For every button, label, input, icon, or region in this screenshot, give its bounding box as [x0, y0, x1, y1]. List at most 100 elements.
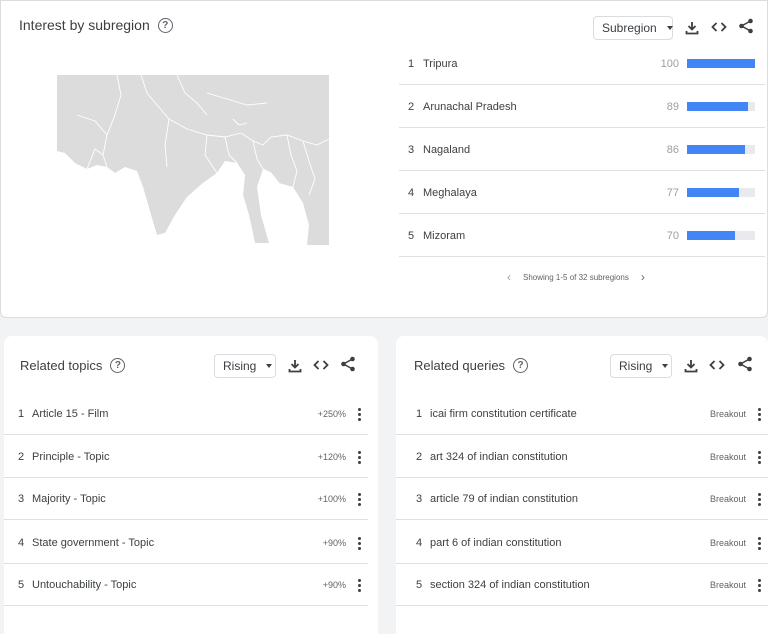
rank-number: 4 — [18, 537, 25, 549]
topic-row-3[interactable]: 3 Majority - Topic +100% — [4, 478, 368, 520]
value-bar — [687, 231, 755, 240]
share-icon[interactable] — [736, 355, 754, 373]
query-row-5[interactable]: 5 section 324 of indian constitution Bre… — [396, 564, 768, 606]
region-value: 86 — [666, 144, 679, 156]
region-value: 77 — [666, 187, 679, 199]
topic-value: +120% — [317, 452, 346, 462]
topics-filter-select[interactable]: Rising — [214, 354, 276, 378]
dropdown-arrow-icon — [662, 364, 669, 368]
query-text: icai firm constitution certificate — [430, 408, 577, 420]
subregion-row-3[interactable]: 3 Nagaland 86 — [399, 129, 765, 171]
more-vert-icon[interactable] — [758, 408, 762, 423]
value-bar — [687, 188, 755, 197]
more-vert-icon[interactable] — [358, 493, 362, 508]
related-queries-title-text: Related queries — [414, 358, 506, 373]
rank-number: 5 — [18, 579, 25, 591]
region-name: Mizoram — [423, 230, 466, 242]
more-vert-icon[interactable] — [358, 408, 362, 423]
topic-name: State government - Topic — [32, 537, 155, 549]
download-icon[interactable] — [683, 19, 701, 37]
value-bar-fill — [687, 231, 735, 240]
subregion-select-value: Subregion — [602, 21, 657, 35]
topics-filter-value: Rising — [223, 359, 257, 373]
query-text: article 79 of indian constitution — [430, 493, 578, 505]
query-value: Breakout — [709, 494, 746, 504]
topic-row-2[interactable]: 2 Principle - Topic +120% — [4, 436, 368, 478]
download-icon[interactable] — [286, 357, 304, 375]
query-text: art 324 of indian constitution — [430, 451, 568, 463]
chevron-left-icon[interactable]: ‹ — [507, 270, 511, 284]
queries-filter-select[interactable]: Rising — [610, 354, 672, 378]
query-text: part 6 of indian constitution — [430, 537, 562, 549]
query-text: section 324 of indian constitution — [430, 579, 590, 591]
region-name: Nagaland — [423, 144, 471, 156]
share-icon[interactable] — [339, 355, 357, 373]
rank-number: 4 — [416, 537, 423, 549]
subregion-pager: ‹ Showing 1-5 of 32 subregions › — [507, 270, 645, 284]
topic-value: +90% — [322, 580, 346, 590]
more-vert-icon[interactable] — [358, 451, 362, 466]
topic-value: +100% — [317, 494, 346, 504]
download-icon[interactable] — [682, 357, 700, 375]
topic-row-1[interactable]: 1 Article 15 - Film +250% — [4, 393, 368, 435]
pager-text: Showing 1-5 of 32 subregions — [523, 272, 629, 282]
related-topics-card: Related topics ? Rising 1 Article 15 - F… — [4, 336, 378, 634]
value-bar-fill — [687, 188, 740, 197]
interest-by-subregion-card: Interest by subregion ? Subregion 1 Trip… — [0, 0, 768, 318]
topic-row-4[interactable]: 4 State government - Topic +90% — [4, 522, 368, 564]
query-row-2[interactable]: 2 art 324 of indian constitution Breakou… — [396, 436, 768, 478]
topic-value: +90% — [322, 538, 346, 548]
related-topics-title: Related topics ? — [20, 358, 126, 373]
rank-number: 3 — [18, 493, 25, 505]
help-circle-icon[interactable]: ? — [157, 17, 173, 33]
more-vert-icon[interactable] — [358, 537, 362, 552]
chevron-right-icon[interactable]: › — [641, 270, 645, 284]
value-bar — [687, 102, 755, 111]
help-circle-icon[interactable]: ? — [110, 358, 126, 373]
rank-number: 1 — [18, 408, 25, 420]
help-circle-icon[interactable]: ? — [513, 358, 529, 373]
more-vert-icon[interactable] — [358, 579, 362, 594]
query-row-4[interactable]: 4 part 6 of indian constitution Breakout — [396, 522, 768, 564]
region-value: 100 — [660, 58, 679, 70]
subregion-row-2[interactable]: 2 Arunachal Pradesh 89 — [399, 86, 765, 128]
rank-number: 3 — [408, 144, 415, 156]
share-icon[interactable] — [737, 17, 755, 35]
subregion-row-1[interactable]: 1 Tripura 100 — [399, 43, 765, 85]
more-vert-icon[interactable] — [758, 451, 762, 466]
query-row-3[interactable]: 3 article 79 of indian constitution Brea… — [396, 478, 768, 520]
more-vert-icon[interactable] — [758, 493, 762, 508]
india-region-map[interactable] — [57, 74, 330, 245]
code-icon[interactable] — [312, 356, 330, 374]
subregion-title-text: Interest by subregion — [19, 17, 150, 33]
subregion-row-5[interactable]: 5 Mizoram 70 — [399, 215, 765, 257]
value-bar-fill — [687, 59, 755, 68]
query-row-1[interactable]: 1 icai firm constitution certificate Bre… — [396, 393, 768, 435]
more-vert-icon[interactable] — [758, 579, 762, 594]
region-value: 89 — [666, 101, 679, 113]
rank-number: 1 — [416, 408, 423, 420]
related-queries-title: Related queries ? — [414, 358, 529, 373]
rank-number: 5 — [408, 230, 415, 242]
queries-filter-value: Rising — [619, 359, 653, 373]
value-bar — [687, 59, 755, 68]
subregion-row-4[interactable]: 4 Meghalaya 77 — [399, 172, 765, 214]
topic-value: +250% — [317, 409, 346, 419]
more-vert-icon[interactable] — [758, 537, 762, 552]
rank-number: 2 — [416, 451, 423, 463]
subregion-select[interactable]: Subregion — [593, 16, 673, 40]
query-value: Breakout — [709, 409, 746, 419]
rank-number: 1 — [408, 58, 415, 70]
dropdown-arrow-icon — [266, 364, 273, 368]
region-value: 70 — [666, 230, 679, 242]
code-icon[interactable] — [708, 356, 726, 374]
region-name: Arunachal Pradesh — [423, 101, 517, 113]
related-queries-card: Related queries ? Rising 1 icai firm con… — [396, 336, 768, 634]
rank-number: 5 — [416, 579, 423, 591]
region-name: Meghalaya — [423, 187, 477, 199]
topic-row-5[interactable]: 5 Untouchability - Topic +90% — [4, 564, 368, 606]
region-name: Tripura — [423, 58, 458, 70]
query-value: Breakout — [709, 452, 746, 462]
code-icon[interactable] — [710, 18, 728, 36]
dropdown-arrow-icon — [666, 26, 673, 30]
